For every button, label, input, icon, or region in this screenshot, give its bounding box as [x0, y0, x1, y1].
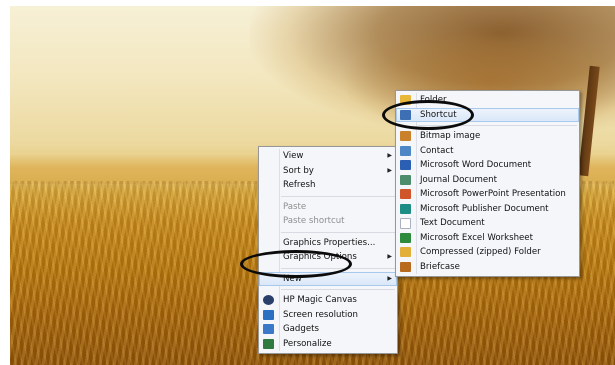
new-submenu: Folder Shortcut Bitmap image Contact Mic… — [395, 90, 580, 277]
publisher-icon — [400, 203, 411, 214]
new-word-document-item[interactable]: Microsoft Word Document — [396, 158, 579, 173]
menu-item-label: Personalize — [283, 338, 332, 349]
menu-item-gadgets[interactable]: Gadgets — [259, 322, 397, 337]
menu-item-label: Refresh — [283, 180, 316, 190]
menu-item-paste-shortcut[interactable]: Paste shortcut — [259, 214, 397, 229]
journal-icon — [400, 174, 411, 185]
menu-item-label: Contact — [420, 145, 454, 156]
new-excel-item[interactable]: Microsoft Excel Worksheet — [396, 231, 579, 246]
menu-item-label: Microsoft Publisher Document — [420, 203, 549, 214]
word-icon — [400, 160, 411, 170]
menu-item-label: View — [283, 151, 304, 161]
menu-item-label: Screen resolution — [283, 309, 358, 320]
desktop-context-menu: View ▶ Sort by ▶ Refresh Paste Paste sho… — [258, 146, 398, 354]
menu-item-paste[interactable]: Paste — [259, 200, 397, 215]
menu-item-label: Compressed (zipped) Folder — [420, 247, 541, 257]
menu-item-label: New — [283, 273, 302, 284]
menu-item-refresh[interactable]: Refresh — [259, 178, 397, 193]
menu-separator — [281, 231, 395, 233]
new-bitmap-item[interactable]: Bitmap image — [396, 129, 579, 144]
hp-magic-canvas-icon — [263, 295, 274, 305]
submenu-arrow-icon: ▶ — [387, 166, 392, 174]
menu-item-label: Sort by — [283, 165, 314, 176]
menu-item-graphics-properties[interactable]: Graphics Properties... — [259, 236, 397, 251]
menu-item-screen-resolution[interactable]: Screen resolution — [259, 308, 397, 323]
menu-item-label: Graphics Properties... — [283, 237, 376, 248]
menu-separator — [418, 125, 577, 126]
menu-item-label: Paste shortcut — [283, 216, 345, 226]
menu-item-label: Paste — [283, 201, 307, 212]
menu-item-label: Journal Document — [420, 174, 497, 185]
shortcut-icon — [400, 109, 411, 120]
menu-item-label: Shortcut — [420, 109, 457, 120]
submenu-arrow-icon: ▶ — [387, 253, 392, 260]
monitor-icon — [263, 309, 274, 320]
submenu-arrow-icon: ▶ — [387, 274, 392, 282]
menu-separator — [281, 195, 395, 197]
menu-item-sort-by[interactable]: Sort by ▶ — [259, 164, 397, 179]
menu-separator — [281, 289, 395, 290]
new-zip-folder-item[interactable]: Compressed (zipped) Folder — [396, 245, 579, 260]
gadgets-icon — [263, 324, 274, 334]
menu-item-label: HP Magic Canvas — [283, 295, 357, 305]
new-publisher-item[interactable]: Microsoft Publisher Document — [396, 202, 579, 217]
contact-icon — [400, 145, 411, 156]
submenu-arrow-icon: ▶ — [387, 152, 392, 159]
new-briefcase-item[interactable]: Briefcase — [396, 260, 579, 275]
menu-item-new[interactable]: New ▶ — [259, 271, 397, 286]
menu-item-label: Gadgets — [283, 324, 319, 334]
bitmap-icon — [400, 131, 411, 141]
new-text-document-item[interactable]: Text Document — [396, 216, 579, 231]
zip-folder-icon — [400, 247, 411, 257]
menu-item-label: Text Document — [420, 218, 485, 228]
menu-item-personalize[interactable]: Personalize — [259, 337, 397, 352]
powerpoint-icon — [400, 189, 411, 199]
menu-separator — [281, 267, 395, 269]
menu-item-view[interactable]: View ▶ — [259, 149, 397, 164]
personalize-icon — [263, 338, 274, 349]
menu-item-hp-magic-canvas[interactable]: HP Magic Canvas — [259, 293, 397, 308]
excel-icon — [400, 232, 411, 243]
folder-icon — [400, 95, 411, 105]
new-powerpoint-item[interactable]: Microsoft PowerPoint Presentation — [396, 187, 579, 202]
menu-item-label: Microsoft PowerPoint Presentation — [420, 189, 566, 199]
menu-item-label: Graphics Options — [283, 252, 357, 262]
text-document-icon — [400, 218, 411, 229]
briefcase-icon — [400, 261, 411, 272]
menu-item-label: Briefcase — [420, 261, 460, 272]
menu-item-label: Bitmap image — [420, 131, 481, 141]
new-shortcut-item[interactable]: Shortcut — [396, 107, 579, 122]
new-contact-item[interactable]: Contact — [396, 144, 579, 159]
menu-item-label: Microsoft Excel Worksheet — [420, 232, 533, 243]
menu-item-graphics-options[interactable]: Graphics Options ▶ — [259, 250, 397, 265]
new-folder-item[interactable]: Folder — [396, 93, 579, 108]
new-journal-document-item[interactable]: Journal Document — [396, 173, 579, 188]
menu-item-label: Microsoft Word Document — [420, 160, 532, 170]
menu-item-label: Folder — [420, 95, 447, 105]
